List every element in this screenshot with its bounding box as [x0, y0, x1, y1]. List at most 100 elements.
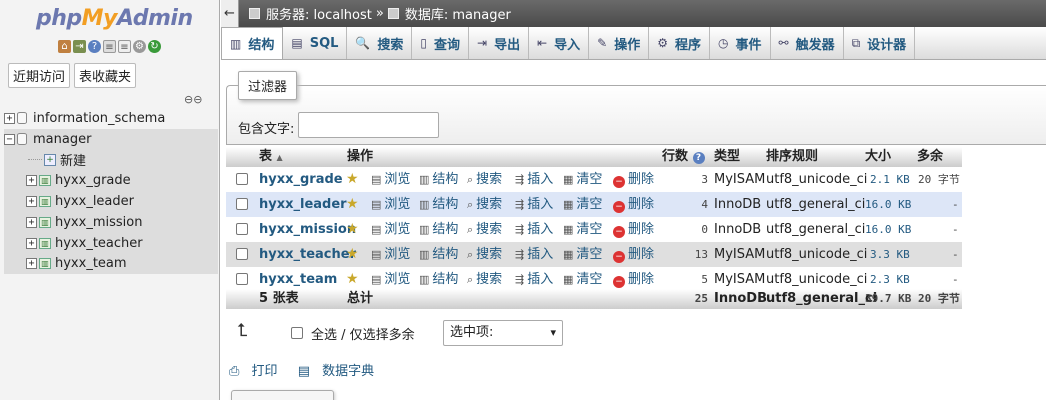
drop-action[interactable]: − 删除 [613, 192, 654, 217]
tree-item-new[interactable]: + 新建 [4, 149, 218, 171]
tab-export[interactable]: ⇥ 导出 [469, 27, 530, 59]
tab-structure[interactable]: ▥ 结构 [221, 27, 284, 59]
breadcrumb-server[interactable]: 服务器: localhost [266, 4, 372, 23]
row-checkbox[interactable] [236, 198, 248, 210]
tab-query[interactable]: ▯ 查询 [412, 27, 469, 59]
drop-action[interactable]: − 删除 [613, 217, 654, 242]
insert-action[interactable]: ⇶ 插入 [515, 217, 553, 242]
col-header-collation[interactable]: 排序规则 [766, 147, 818, 167]
tree-item-information-schema[interactable]: + information_schema [4, 108, 218, 129]
empty-action[interactable]: ▦ 清空 [563, 217, 602, 242]
events-icon: ◷ [718, 36, 729, 50]
table-name-link[interactable]: hyxx_teacher [259, 242, 356, 267]
col-header-table[interactable]: 表 ▲ [259, 147, 283, 168]
tab-routines[interactable]: ⚙ 程序 [649, 27, 711, 59]
favorite-star-icon[interactable]: ★ [346, 242, 359, 267]
expand-icon[interactable]: + [26, 175, 37, 187]
filter-input[interactable] [298, 112, 439, 138]
tree-item-hyxx-teacher[interactable]: + ▥ hyxx_teacher [4, 232, 218, 254]
link-icon[interactable]: ⊖⊖ [184, 93, 202, 106]
tab-search[interactable]: 🔍 搜索 [347, 27, 413, 59]
tree-item-manager[interactable]: − manager [4, 128, 218, 150]
browse-action[interactable]: ▤ 浏览 [371, 167, 410, 192]
expand-icon[interactable]: + [26, 196, 37, 208]
tab-designer[interactable]: ⧉ 设计器 [844, 27, 916, 59]
favorite-star-icon[interactable]: ★ [346, 217, 359, 242]
col-header-overhead[interactable]: 多余 [917, 147, 943, 167]
docs-icon[interactable]: ≡ [103, 40, 116, 53]
expand-icon[interactable]: + [26, 216, 37, 228]
back-arrow-icon[interactable]: ← [221, 0, 239, 27]
row-checkbox[interactable] [236, 173, 248, 185]
col-header-size[interactable]: 大小 [865, 147, 891, 167]
tab-events[interactable]: ◷ 事件 [710, 27, 771, 59]
print-link[interactable]: ⎙ 打印 [229, 364, 286, 379]
browse-action[interactable]: ▤ 浏览 [371, 242, 410, 267]
col-header-rows[interactable]: 行数 ? [662, 147, 705, 167]
expand-icon[interactable]: + [26, 237, 37, 249]
breadcrumb-database[interactable]: 数据库: manager [405, 4, 511, 23]
empty-action[interactable]: ▦ 清空 [563, 192, 602, 217]
row-checkbox[interactable] [236, 273, 248, 285]
structure-icon: ▥ [230, 36, 242, 51]
empty-action[interactable]: ▦ 清空 [563, 167, 602, 192]
table-name-link[interactable]: hyxx_mission [259, 217, 356, 242]
table-name-link[interactable]: hyxx_leader [259, 192, 347, 217]
exit-icon[interactable]: ⇥ [73, 40, 86, 53]
insert-icon: ⇶ [515, 223, 525, 236]
tree-item-hyxx-grade[interactable]: + ▥ hyxx_grade [4, 170, 218, 192]
drop-action[interactable]: − 删除 [613, 167, 654, 192]
browse-action[interactable]: ▤ 浏览 [371, 192, 410, 217]
favorite-star-icon[interactable]: ★ [346, 192, 359, 217]
tree-item-hyxx-team[interactable]: + ▥ hyxx_team [4, 253, 218, 275]
tab-triggers[interactable]: ⚯ 触发器 [771, 27, 844, 59]
size-link[interactable]: 2.1 KB [870, 167, 910, 192]
reload-icon[interactable]: ↻ [148, 40, 161, 53]
row-checkbox[interactable] [236, 248, 248, 260]
empty-action[interactable]: ▦ 清空 [563, 242, 602, 267]
settings-icon[interactable]: ⚙ [133, 40, 146, 53]
overhead-value: - [952, 223, 959, 236]
favorites-tab[interactable]: 表收藏夹 [74, 63, 137, 88]
favorite-star-icon[interactable]: ★ [346, 167, 359, 192]
insert-action[interactable]: ⇶ 插入 [515, 192, 553, 217]
expand-icon[interactable]: + [26, 258, 37, 270]
search-action[interactable]: ⌕ 搜索 [467, 192, 502, 217]
search-action[interactable]: ⌕ 搜索 [467, 242, 502, 267]
insert-action[interactable]: ⇶ 插入 [515, 167, 553, 192]
default-engine: InnoDB [714, 291, 767, 306]
collapse-icon[interactable]: − [4, 133, 15, 145]
search-action[interactable]: ⌕ 搜索 [467, 217, 502, 242]
size-link[interactable]: 16.0 KB [865, 217, 911, 242]
data-dictionary-link[interactable]: ▤ 数据字典 [298, 364, 382, 379]
select-all-checkbox[interactable] [291, 327, 303, 339]
table-name-link[interactable]: hyxx_grade [259, 167, 343, 192]
size-link[interactable]: 3.3 KB [870, 242, 910, 267]
structure-action[interactable]: ▥ 结构 [419, 192, 458, 217]
expand-icon[interactable]: + [4, 112, 15, 124]
drop-action[interactable]: − 删除 [613, 242, 654, 267]
home-icon[interactable]: ⌂ [58, 40, 71, 53]
tree-item-hyxx-leader[interactable]: + ▥ hyxx_leader [4, 191, 218, 212]
tab-sql[interactable]: ▤ SQL [283, 27, 348, 59]
insert-action[interactable]: ⇶ 插入 [515, 242, 553, 267]
size-link[interactable]: 16.0 KB [865, 192, 911, 217]
tab-import[interactable]: ⇤ 导入 [529, 27, 590, 59]
col-header-type[interactable]: 类型 [714, 147, 740, 167]
structure-action[interactable]: ▥ 结构 [419, 242, 458, 267]
overhead-link[interactable]: 20 字节 [918, 167, 960, 192]
select-all-label[interactable]: 全选 / 仅选择多余 [311, 324, 415, 343]
structure-action[interactable]: ▥ 结构 [419, 217, 458, 242]
docs2-icon[interactable]: ≡ [118, 40, 131, 53]
help-icon[interactable]: ? [692, 152, 705, 164]
with-selected-dropdown[interactable]: 选中项: ▾ [443, 320, 563, 346]
phpmyadmin-logo[interactable]: phpMyAdmin [36, 6, 193, 31]
tree-item-hyxx-mission[interactable]: + ▥ hyxx_mission [4, 211, 218, 233]
tab-operations[interactable]: ✎ 操作 [589, 27, 650, 59]
row-checkbox[interactable] [236, 223, 248, 235]
recent-tab[interactable]: 近期访问 [8, 63, 71, 88]
structure-action[interactable]: ▥ 结构 [419, 167, 458, 192]
browse-action[interactable]: ▤ 浏览 [371, 217, 410, 242]
search-action[interactable]: ⌕ 搜索 [467, 167, 502, 192]
help-icon[interactable]: ? [88, 40, 101, 53]
